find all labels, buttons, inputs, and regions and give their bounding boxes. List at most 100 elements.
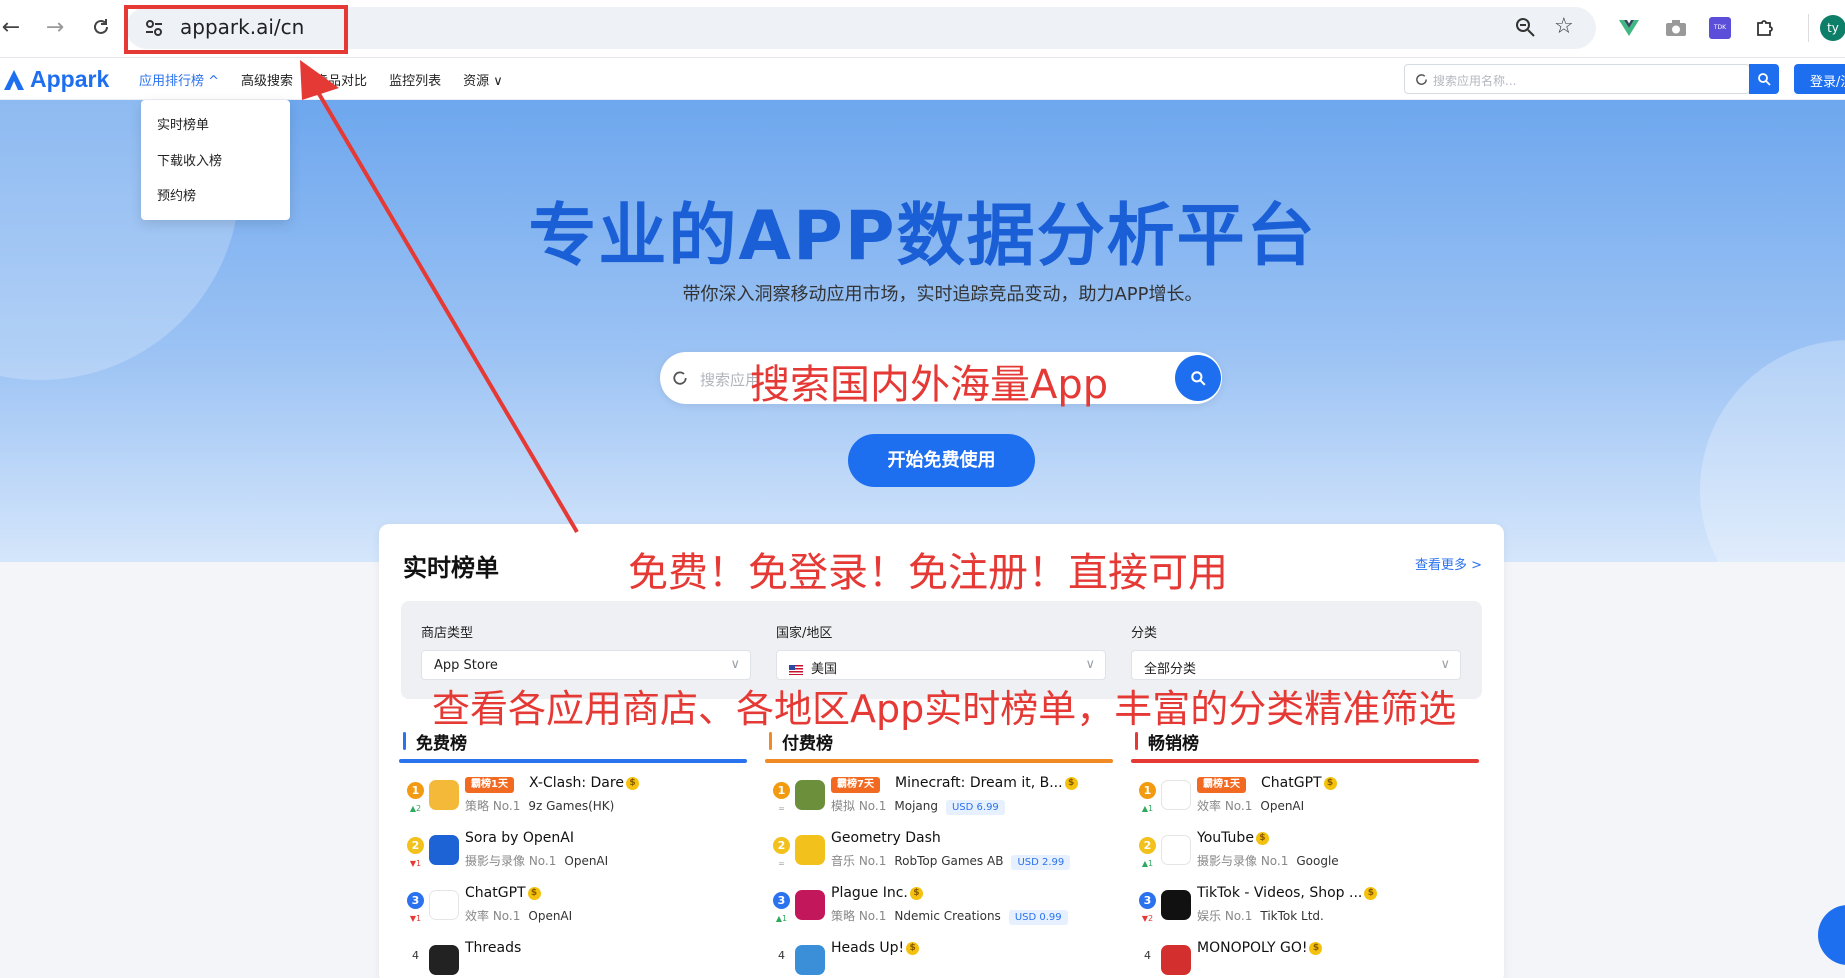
app-meta: 模拟 No.1 Mojang USD 6.99 <box>831 797 1005 815</box>
list-item[interactable]: 4 Threads <box>399 937 747 978</box>
app-meta: 策略 No.1 9z Games(HK) <box>465 797 614 814</box>
menu-resources[interactable]: 资源 ∨ <box>463 70 503 89</box>
app-name[interactable]: Plague Inc. $ <box>831 885 923 901</box>
app-name-text: Plague Inc. <box>831 885 908 901</box>
vue-devtools-icon[interactable] <box>1617 16 1641 40</box>
dropdown-download-revenue[interactable]: 下载收入榜 <box>157 150 222 169</box>
list-item[interactable]: 1 = 霸榜7天 Minecraft: Dream it, B... $ 模拟 No.1 M… <box>765 772 1113 824</box>
app-name[interactable]: Minecraft: Dream it, B... $ <box>895 775 1078 791</box>
list-item[interactable]: 3 ▼1 ChatGPT $ 效率 No.1 OpenAI <box>399 882 747 934</box>
app-name[interactable]: TikTok - Videos, Shop ... $ <box>1197 885 1378 901</box>
dropdown-realtime[interactable]: 实时榜单 <box>157 114 209 133</box>
chevron-down-icon: ∨ <box>1085 657 1095 672</box>
hero-decoration <box>1700 340 1845 562</box>
header-search-input[interactable]: 搜索应用名称... <box>1404 64 1750 94</box>
app-name[interactable]: Geometry Dash <box>831 830 941 846</box>
app-name[interactable]: ChatGPT $ <box>1261 775 1337 791</box>
loading-icon <box>1416 74 1427 85</box>
coin-icon: $ <box>527 886 541 900</box>
country-select[interactable]: 美国 ∨ <box>776 650 1106 680</box>
zoom-icon[interactable] <box>1514 16 1538 40</box>
column-underline <box>1131 759 1479 763</box>
app-icon <box>795 945 825 975</box>
coin-icon: $ <box>906 941 920 955</box>
menu-competitor-compare[interactable]: 竞品对比 <box>315 70 367 89</box>
list-item[interactable]: 3 ▼2 TikTok - Videos, Shop ... $ 娱乐 No.1 TikT… <box>1131 882 1479 934</box>
filter-label-store: 商店类型 <box>421 626 474 641</box>
us-flag-icon <box>789 664 803 675</box>
app-icon <box>429 835 459 865</box>
appark-logo[interactable]: Appark <box>2 66 109 93</box>
app-icon <box>795 890 825 920</box>
app-name[interactable]: YouTube $ <box>1197 830 1269 846</box>
app-name[interactable]: Heads Up! $ <box>831 940 920 956</box>
login-button[interactable]: 登录/注册 <box>1794 64 1845 94</box>
app-name-text: Geometry Dash <box>831 830 941 846</box>
rank-trend: ▲1 <box>775 914 788 923</box>
reload-icon[interactable] <box>86 12 116 42</box>
list-item[interactable]: 1 ▲1 霸榜1天 ChatGPT $ 效率 No.1 OpenAI <box>1131 772 1479 824</box>
app-icon <box>429 890 459 920</box>
menu-advanced-search[interactable]: 高级搜索 <box>241 70 293 89</box>
app-icon <box>1161 835 1191 865</box>
header-search-button[interactable] <box>1749 64 1779 94</box>
list-item[interactable]: 3 ▲1 Plague Inc. $ 策略 No.1 Ndemic Creations US… <box>765 882 1113 934</box>
app-category: 效率 No.1 <box>465 909 521 923</box>
forward-icon[interactable]: → <box>40 12 70 42</box>
tdk-extension-icon[interactable]: TDK <box>1708 16 1732 40</box>
list-item[interactable]: 1 ▲2 霸榜1天 X-Clash: Dare $ 策略 No.1 9z Games(HK) <box>399 772 747 824</box>
chat-button[interactable] <box>1818 905 1845 965</box>
store-type-select[interactable]: App Store ∨ <box>421 650 751 680</box>
app-price: USD 6.99 <box>945 800 1005 815</box>
app-developer: OpenAI <box>564 854 609 868</box>
extensions-puzzle-icon[interactable] <box>1753 16 1777 40</box>
column-accent-bar <box>403 732 406 750</box>
coin-icon: $ <box>1364 886 1378 900</box>
app-name[interactable]: Threads <box>465 940 521 956</box>
rank-trend: = <box>778 859 785 868</box>
dropdown-preorder[interactable]: 预约榜 <box>157 185 196 204</box>
menu-app-rankings[interactable]: 应用排行榜 ^ <box>139 70 219 89</box>
app-meta: 娱乐 No.1 TikTok Ltd. <box>1197 907 1324 924</box>
app-name-text: Minecraft: Dream it, B... <box>895 775 1063 791</box>
app-name[interactable]: ChatGPT $ <box>465 885 541 901</box>
app-name[interactable]: X-Clash: Dare $ <box>529 775 639 791</box>
list-item[interactable]: 4 MONOPOLY GO! $ <box>1131 937 1479 978</box>
app-name-text: YouTube <box>1197 830 1254 846</box>
country-value: 美国 <box>811 662 838 677</box>
bookmark-star-icon[interactable]: ☆ <box>1554 16 1578 40</box>
profile-avatar[interactable]: ty <box>1820 15 1845 41</box>
list-item[interactable]: 4 Heads Up! $ <box>765 937 1113 978</box>
category-select[interactable]: 全部分类 ∨ <box>1131 650 1461 680</box>
app-category: 摄影与录像 No.1 <box>465 854 557 868</box>
app-developer: TikTok Ltd. <box>1260 909 1324 923</box>
coin-icon: $ <box>1309 941 1323 955</box>
column-accent-bar <box>1135 732 1138 750</box>
hero-search-button[interactable] <box>1175 355 1221 401</box>
view-more-link[interactable]: 查看更多 > <box>1415 554 1482 573</box>
top-badge: 霸榜1天 <box>465 777 514 793</box>
header-search-placeholder: 搜索应用名称... <box>1433 74 1517 88</box>
column-underline <box>399 759 747 763</box>
app-name[interactable]: MONOPOLY GO! $ <box>1197 940 1323 956</box>
column-accent-bar <box>769 732 772 750</box>
app-name[interactable]: Sora by OpenAI <box>465 830 574 846</box>
list-item[interactable]: 2 ▲1 YouTube $ 摄影与录像 No.1 Google <box>1131 827 1479 879</box>
app-developer: OpenAI <box>1260 799 1305 813</box>
list-item[interactable]: 2 = Geometry Dash 音乐 No.1 RobTop Games AB USD… <box>765 827 1113 879</box>
app-meta: 摄影与录像 No.1 Google <box>1197 852 1339 869</box>
app-price: USD 2.99 <box>1011 855 1071 870</box>
list-item[interactable]: 2 ▼1 Sora by OpenAI 摄影与录像 No.1 OpenAI <box>399 827 747 879</box>
rank-number: 3 <box>1139 892 1156 909</box>
app-meta: 音乐 No.1 RobTop Games AB USD 2.99 <box>831 852 1071 870</box>
menu-monitor-list[interactable]: 监控列表 <box>389 70 441 89</box>
back-icon[interactable]: ← <box>0 12 26 42</box>
filter-label-country: 国家/地区 <box>776 626 833 641</box>
app-category: 效率 No.1 <box>1197 799 1253 813</box>
camera-icon[interactable] <box>1664 16 1688 40</box>
top-badge: 霸榜1天 <box>1197 777 1246 793</box>
start-free-button[interactable]: 开始免费使用 <box>848 434 1035 487</box>
coin-icon: $ <box>1323 776 1337 790</box>
rank-trend: ▲1 <box>1141 804 1154 813</box>
rank-trend: ▼2 <box>1141 914 1154 923</box>
